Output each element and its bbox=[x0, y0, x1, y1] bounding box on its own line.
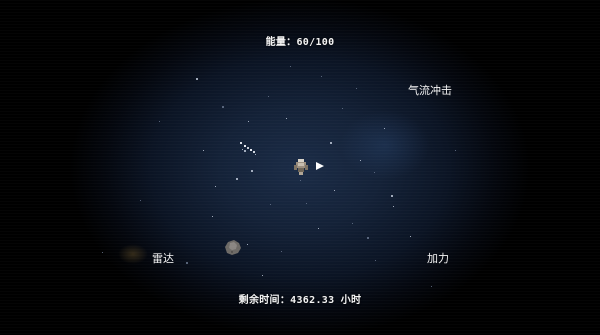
debris-cluster-icon bbox=[240, 142, 255, 153]
star bbox=[203, 150, 204, 151]
spaceship-icon[interactable] bbox=[294, 159, 308, 175]
star bbox=[140, 200, 141, 201]
star bbox=[251, 170, 253, 172]
star bbox=[367, 237, 369, 239]
star bbox=[286, 118, 287, 119]
star bbox=[352, 223, 353, 224]
boost-button[interactable]: 加力 bbox=[427, 250, 449, 266]
star bbox=[222, 106, 224, 108]
star bbox=[455, 150, 456, 151]
star bbox=[212, 216, 213, 217]
star bbox=[102, 252, 103, 253]
star bbox=[159, 121, 160, 122]
star bbox=[196, 78, 198, 80]
star bbox=[318, 228, 319, 229]
star bbox=[384, 128, 385, 129]
star bbox=[321, 76, 322, 77]
star bbox=[410, 236, 411, 237]
star bbox=[268, 96, 269, 97]
star bbox=[270, 204, 271, 205]
star bbox=[374, 172, 375, 173]
star bbox=[375, 260, 376, 261]
star bbox=[306, 203, 307, 204]
star bbox=[186, 262, 188, 264]
radar-button[interactable]: 雷达 bbox=[152, 250, 174, 266]
remaining-time-readout: 剩余时间：4362.33 小时 bbox=[238, 295, 362, 306]
star bbox=[330, 142, 332, 144]
energy-readout: 能量：60/100 bbox=[265, 37, 335, 48]
star bbox=[360, 160, 361, 161]
star bbox=[248, 121, 249, 122]
star bbox=[391, 195, 393, 197]
star bbox=[281, 251, 282, 252]
star bbox=[342, 108, 343, 109]
star bbox=[431, 286, 432, 287]
star bbox=[356, 88, 357, 89]
star bbox=[247, 244, 248, 245]
asteroid-icon bbox=[225, 240, 241, 255]
star bbox=[290, 66, 291, 67]
star bbox=[334, 190, 335, 191]
airflow-impact-button[interactable]: 气流冲击 bbox=[408, 82, 452, 98]
star bbox=[262, 275, 263, 276]
star bbox=[236, 178, 238, 180]
distant-light bbox=[118, 244, 148, 264]
star bbox=[215, 186, 216, 187]
direction-arrow-icon bbox=[316, 162, 324, 170]
nebula-glow bbox=[340, 110, 430, 180]
star bbox=[300, 180, 301, 181]
game-viewport[interactable]: 能量：60/100 气流冲击 雷达 加力 剩余时间：4362.33 小时 bbox=[0, 0, 600, 335]
star bbox=[393, 206, 394, 207]
